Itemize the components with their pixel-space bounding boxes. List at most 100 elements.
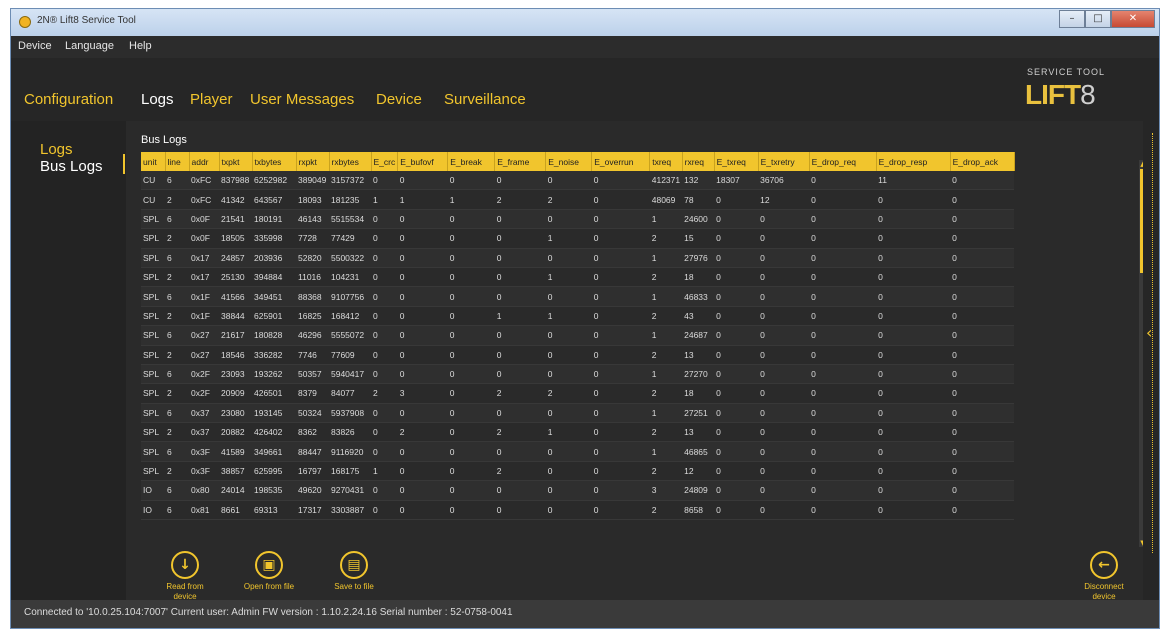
table-cell: 0: [371, 248, 398, 268]
tab-user-messages[interactable]: User Messages: [250, 91, 354, 108]
column-header[interactable]: txreq: [649, 152, 683, 171]
table-row[interactable]: IO 6 0x81 8661 69313 17317 3303887 0 0 0 0 0 0 2 8658 0…: [141, 500, 1015, 521]
tab-configuration[interactable]: Configuration: [24, 91, 113, 108]
table-cell: 0: [876, 228, 951, 249]
table-cell: 0: [494, 228, 546, 249]
tab-player[interactable]: Player: [190, 91, 233, 108]
table-cell: 0: [494, 364, 546, 385]
column-header[interactable]: E_crc: [371, 152, 399, 171]
table-cell: 193145: [252, 403, 296, 424]
column-header[interactable]: txpkt: [219, 152, 253, 171]
table-cell: 0: [494, 345, 546, 365]
tab-surveillance[interactable]: Surveillance: [444, 91, 526, 108]
table-cell: 0: [758, 286, 810, 307]
table-row[interactable]: SPL 6 0x1F 41566 349451 88368 9107756 0 0 0 0 0 0 1 46…: [141, 286, 1015, 307]
table-cell: 41566: [219, 286, 252, 307]
collapse-chevron-left-icon[interactable]: ‹: [1146, 323, 1152, 342]
table-cell: 104231: [329, 267, 371, 288]
column-header[interactable]: unit: [141, 152, 166, 171]
column-header[interactable]: rxbytes: [329, 152, 372, 171]
column-header[interactable]: rxpkt: [296, 152, 330, 171]
table-cell: 9116920: [329, 441, 371, 462]
read-from-device-button[interactable]: ↓ Read from device: [159, 551, 211, 602]
table-cell: 0: [545, 345, 592, 365]
table-row[interactable]: SPL 6 0x0F 21541 180191 46143 5515534 0 0 0 0 0 0 1 24…: [141, 209, 1015, 230]
table-row[interactable]: SPL 6 0x37 23080 193145 50324 5937908 0 0 0 0 0 0 1 27…: [141, 403, 1015, 424]
table-cell: 0: [876, 345, 951, 365]
column-header[interactable]: txbytes: [252, 152, 297, 171]
table-cell: 0: [876, 441, 951, 462]
table-cell: 0: [714, 364, 759, 385]
column-header[interactable]: E_break: [447, 152, 496, 171]
table-cell: 0: [397, 209, 448, 230]
table-row[interactable]: CU 2 0xFC 41342 643567 18093 181235 1 1 1 2 2 0 48069…: [141, 189, 1015, 210]
table-row[interactable]: SPL 2 0x17 25130 394884 11016 104231 0 0 0 0 1 0 2 18 0…: [141, 267, 1015, 288]
table-row[interactable]: SPL 6 0x2F 23093 193262 50357 5940417 0 0 0 0 0 0 1 27…: [141, 364, 1015, 385]
table-cell: 180191: [252, 209, 296, 230]
table-cell: 1: [397, 189, 448, 210]
table-cell: 0x2F: [189, 364, 219, 385]
table-cell: 1: [649, 286, 683, 307]
table-cell: 0: [714, 345, 759, 365]
table-row[interactable]: SPL 2 0x2F 20909 426501 8379 84077 2 3 0 2 2 0 2 18 0 0 0…: [141, 383, 1015, 404]
table-cell: 24809: [682, 480, 715, 501]
maximize-button[interactable]: □: [1085, 10, 1111, 28]
table-cell: 9107756: [329, 286, 371, 307]
sidebar-item-logs[interactable]: Logs: [40, 141, 73, 158]
close-button[interactable]: ✕: [1111, 10, 1155, 28]
table-cell: 0: [447, 325, 495, 346]
column-header[interactable]: addr: [189, 152, 220, 171]
column-header[interactable]: E_drop_req: [809, 152, 877, 171]
column-header[interactable]: E_overrun: [591, 152, 651, 171]
table-row[interactable]: CU 6 0xFC 837988 6252982 389049 3157372 0 0 0 0 0 0 4…: [141, 171, 1015, 191]
table-cell: 0: [876, 422, 951, 443]
column-header[interactable]: E_bufovf: [397, 152, 449, 171]
table-cell: 46833: [682, 286, 715, 307]
table-cell: 1: [545, 267, 592, 288]
table-cell: 0: [371, 228, 398, 249]
table-cell: SPL: [141, 325, 165, 346]
table-row[interactable]: SPL 2 0x37 20882 426402 8362 83826 0 2 0 2 1 0 2 13 0 0 0…: [141, 422, 1015, 443]
table-cell: 0: [876, 248, 951, 268]
column-header[interactable]: E_frame: [494, 152, 547, 171]
table-row[interactable]: SPL 6 0x27 21617 180828 46296 5555072 0 0 0 0 0 0 1 24…: [141, 325, 1015, 346]
table-cell: 21541: [219, 209, 252, 230]
app-logo-icon: [19, 16, 31, 28]
column-header[interactable]: line: [165, 152, 190, 171]
table-cell: 0: [397, 325, 448, 346]
column-header[interactable]: E_drop_resp: [876, 152, 951, 171]
table-cell: 18505: [219, 228, 252, 249]
tab-logs[interactable]: Logs: [141, 91, 174, 108]
table-cell: 0: [950, 364, 1015, 385]
tab-device[interactable]: Device: [376, 91, 422, 108]
table-cell: 0: [876, 364, 951, 385]
menu-help[interactable]: Help: [129, 40, 152, 52]
table-cell: 0: [397, 364, 448, 385]
column-header[interactable]: E_txretry: [758, 152, 810, 171]
table-cell: 8379: [296, 383, 329, 404]
table-row[interactable]: SPL 2 0x3F 38857 625995 16797 168175 1 0 0 2 0 0 2 12 0…: [141, 461, 1015, 482]
menu-language[interactable]: Language: [65, 40, 114, 52]
column-header[interactable]: rxreq: [682, 152, 715, 171]
table-row[interactable]: IO 6 0x80 24014 198535 49620 9270431 0 0 0 0 0 0 3 248…: [141, 480, 1015, 501]
menu-device[interactable]: Device: [18, 40, 52, 52]
table-cell: 50357: [296, 364, 329, 385]
disconnect-device-button[interactable]: ← Disconnect device: [1074, 551, 1134, 602]
table-row[interactable]: SPL 6 0x17 24857 203936 52820 5500322 0 0 0 0 0 0 1 27…: [141, 248, 1015, 268]
table-cell: 0: [950, 286, 1015, 307]
table-row[interactable]: SPL 2 0x0F 18505 335998 7728 77429 0 0 0 0 1 0 2 15 0 0 0…: [141, 228, 1015, 249]
table-row[interactable]: SPL 2 0x27 18546 336282 7746 77609 0 0 0 0 0 0 2 13 0 0 0…: [141, 345, 1015, 365]
sidebar-item-bus-logs[interactable]: Bus Logs: [40, 158, 103, 175]
table-cell: 13: [682, 345, 715, 365]
table-cell: 1: [447, 189, 495, 210]
column-header[interactable]: E_drop_ack: [950, 152, 1015, 171]
column-header[interactable]: E_txreq: [714, 152, 759, 171]
column-header[interactable]: E_noise: [545, 152, 593, 171]
open-from-file-button[interactable]: ▣ Open from file: [234, 551, 304, 592]
save-to-file-button[interactable]: ▤ Save to file: [324, 551, 384, 592]
table-row[interactable]: SPL 2 0x1F 38844 625901 16825 168412 0 0 0 1 1 0 2 43 0…: [141, 306, 1015, 327]
table-row[interactable]: SPL 6 0x3F 41589 349661 88447 9116920 0 0 0 0 0 0 1 46…: [141, 441, 1015, 462]
table-cell: 1: [649, 209, 683, 230]
minimize-button[interactable]: –: [1059, 10, 1085, 28]
table-cell: 0: [397, 248, 448, 268]
